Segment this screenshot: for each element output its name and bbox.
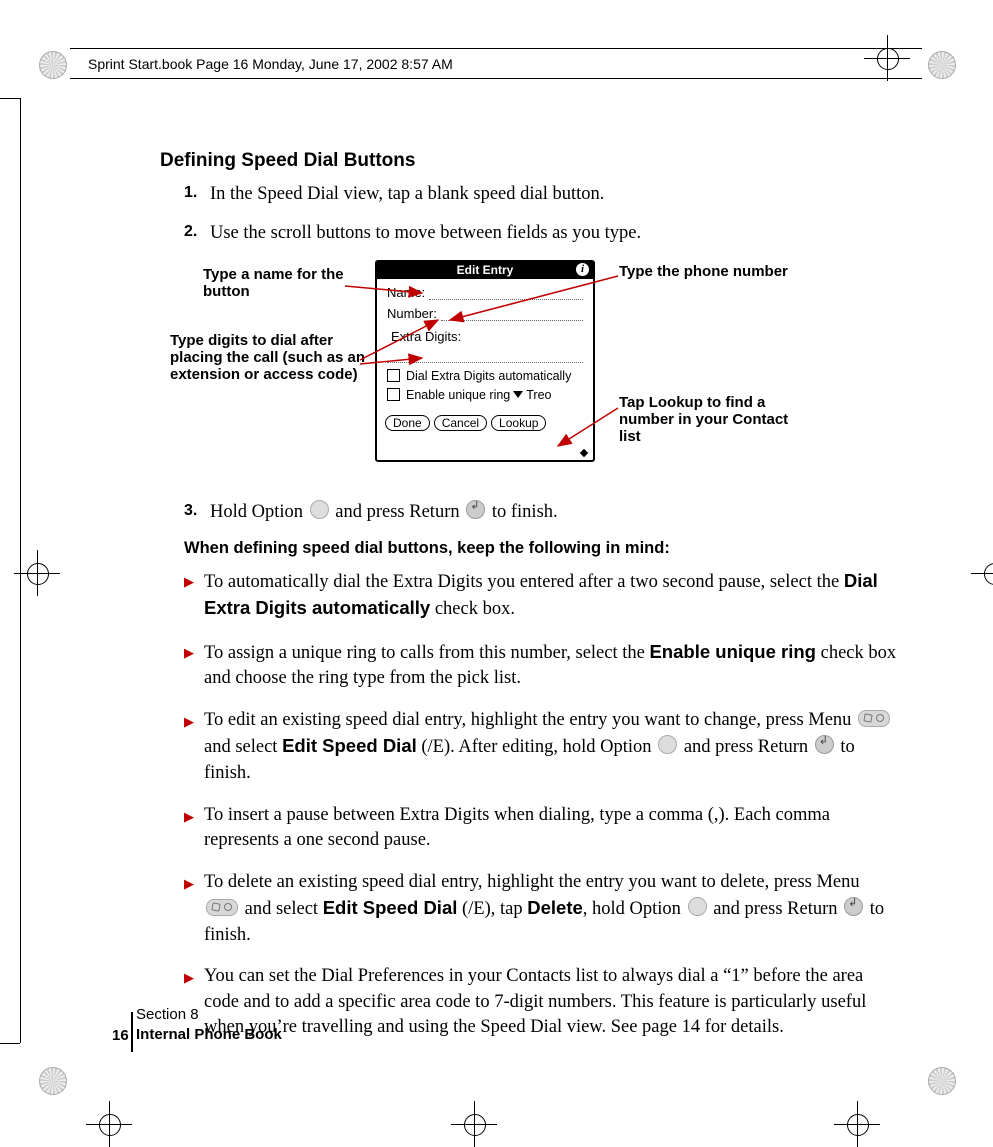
- step-num: 1.: [184, 182, 210, 207]
- chk-dial-extra: [387, 369, 400, 382]
- resize-handle-icon: [580, 449, 588, 457]
- text: You can set the Dial Preferences in your…: [204, 964, 900, 1041]
- return-key-icon: [466, 500, 485, 519]
- ring-value: Treo: [526, 388, 551, 402]
- text: , hold Option: [583, 899, 686, 919]
- bullet-6: ▶ You can set the Dial Preferences in yo…: [184, 964, 900, 1041]
- lookup-button: Lookup: [491, 415, 546, 431]
- bold-text: Edit Speed Dial: [323, 897, 458, 918]
- menu-key-icon: [206, 899, 238, 916]
- bullet-icon: ▶: [184, 573, 194, 623]
- text: and press Return: [679, 737, 813, 757]
- text: To edit an existing speed dial entry, hi…: [204, 710, 856, 730]
- bullet-icon: ▶: [184, 875, 194, 949]
- info-icon: i: [576, 263, 589, 276]
- text: Hold Option: [210, 502, 308, 522]
- return-key-icon: [815, 735, 834, 754]
- name-label: Name:: [387, 285, 425, 300]
- footer-section: Section 8: [136, 1005, 282, 1025]
- bullet-icon: ▶: [184, 713, 194, 787]
- step-2: 2. Use the scroll buttons to move betwee…: [184, 221, 900, 246]
- chk-dial-extra-label: Dial Extra Digits automatically: [406, 369, 571, 383]
- step-text: In the Speed Dial view, tap a blank spee…: [210, 182, 900, 207]
- edit-entry-dialog: Edit Entry i Name: Number: Extra Digits:…: [375, 260, 595, 462]
- chk-unique-ring: [387, 388, 400, 401]
- bullet-4: ▶ To insert a pause between Extra Digits…: [184, 803, 900, 854]
- return-key-icon: [844, 897, 863, 916]
- footer-rule: [131, 1012, 133, 1052]
- dialog-title-text: Edit Entry: [457, 263, 514, 277]
- text: (/E). After editing, hold Option: [417, 737, 656, 757]
- text: to finish.: [487, 502, 557, 522]
- bullet-1: ▶ To automatically dial the Extra Digits…: [184, 568, 900, 623]
- callout-name: Type a name for the button: [203, 266, 363, 301]
- text: To insert a pause between Extra Digits w…: [204, 803, 900, 854]
- bullet-5: ▶ To delete an existing speed dial entry…: [184, 870, 900, 949]
- page-number: 16: [112, 1027, 129, 1044]
- extra-label: Extra Digits:: [391, 329, 461, 344]
- bold-text: Delete: [527, 897, 583, 918]
- bold-text: Edit Speed Dial: [282, 735, 417, 756]
- option-key-icon: [310, 500, 329, 519]
- note-heading: When defining speed dial buttons, keep t…: [184, 539, 900, 558]
- chk-unique-ring-label: Enable unique ring: [406, 388, 510, 402]
- page-content: Defining Speed Dial Buttons 1. In the Sp…: [160, 150, 900, 1057]
- footer: Section 8 Internal Phone Book: [136, 1005, 282, 1044]
- step-num: 3.: [184, 500, 210, 525]
- step-text: Use the scroll buttons to move between f…: [210, 221, 900, 246]
- cancel-button: Cancel: [434, 415, 487, 431]
- callout-extradigits: Type digits to dial after placing the ca…: [170, 332, 370, 384]
- text: (/E), tap: [457, 899, 527, 919]
- option-key-icon: [688, 897, 707, 916]
- text: and select: [204, 737, 282, 757]
- section-title: Defining Speed Dial Buttons: [160, 150, 900, 172]
- figure: Type a name for the button Type digits t…: [160, 260, 900, 490]
- step-1: 1. In the Speed Dial view, tap a blank s…: [184, 182, 900, 207]
- callout-lookup: Tap Lookup to find a number in your Cont…: [619, 394, 809, 446]
- footer-title: Internal Phone Book: [136, 1025, 282, 1045]
- text: To assign a unique ring to calls from th…: [204, 643, 649, 663]
- bullet-2: ▶ To assign a unique ring to calls from …: [184, 639, 900, 692]
- bold-text: Enable unique ring: [649, 641, 816, 662]
- step-num: 2.: [184, 221, 210, 246]
- text: and press Return: [709, 899, 843, 919]
- option-key-icon: [658, 735, 677, 754]
- dialog-title: Edit Entry i: [377, 262, 593, 279]
- menu-key-icon: [858, 710, 890, 727]
- step-text: Hold Option and press Return to finish.: [210, 500, 900, 525]
- bullet-3: ▶ To edit an existing speed dial entry, …: [184, 708, 900, 787]
- step-3: 3. Hold Option and press Return to finis…: [184, 500, 900, 525]
- number-label: Number:: [387, 306, 437, 321]
- text: check box.: [430, 599, 515, 619]
- text: and select: [240, 899, 323, 919]
- text: and press Return: [331, 502, 465, 522]
- book-header: Sprint Start.book Page 16 Monday, June 1…: [88, 56, 453, 72]
- dropdown-icon: [513, 391, 523, 398]
- bullet-icon: ▶: [184, 644, 194, 692]
- callout-number: Type the phone number: [619, 263, 789, 280]
- text: To automatically dial the Extra Digits y…: [204, 572, 844, 592]
- text: To delete an existing speed dial entry, …: [204, 872, 860, 892]
- done-button: Done: [385, 415, 430, 431]
- bullet-icon: ▶: [184, 808, 194, 854]
